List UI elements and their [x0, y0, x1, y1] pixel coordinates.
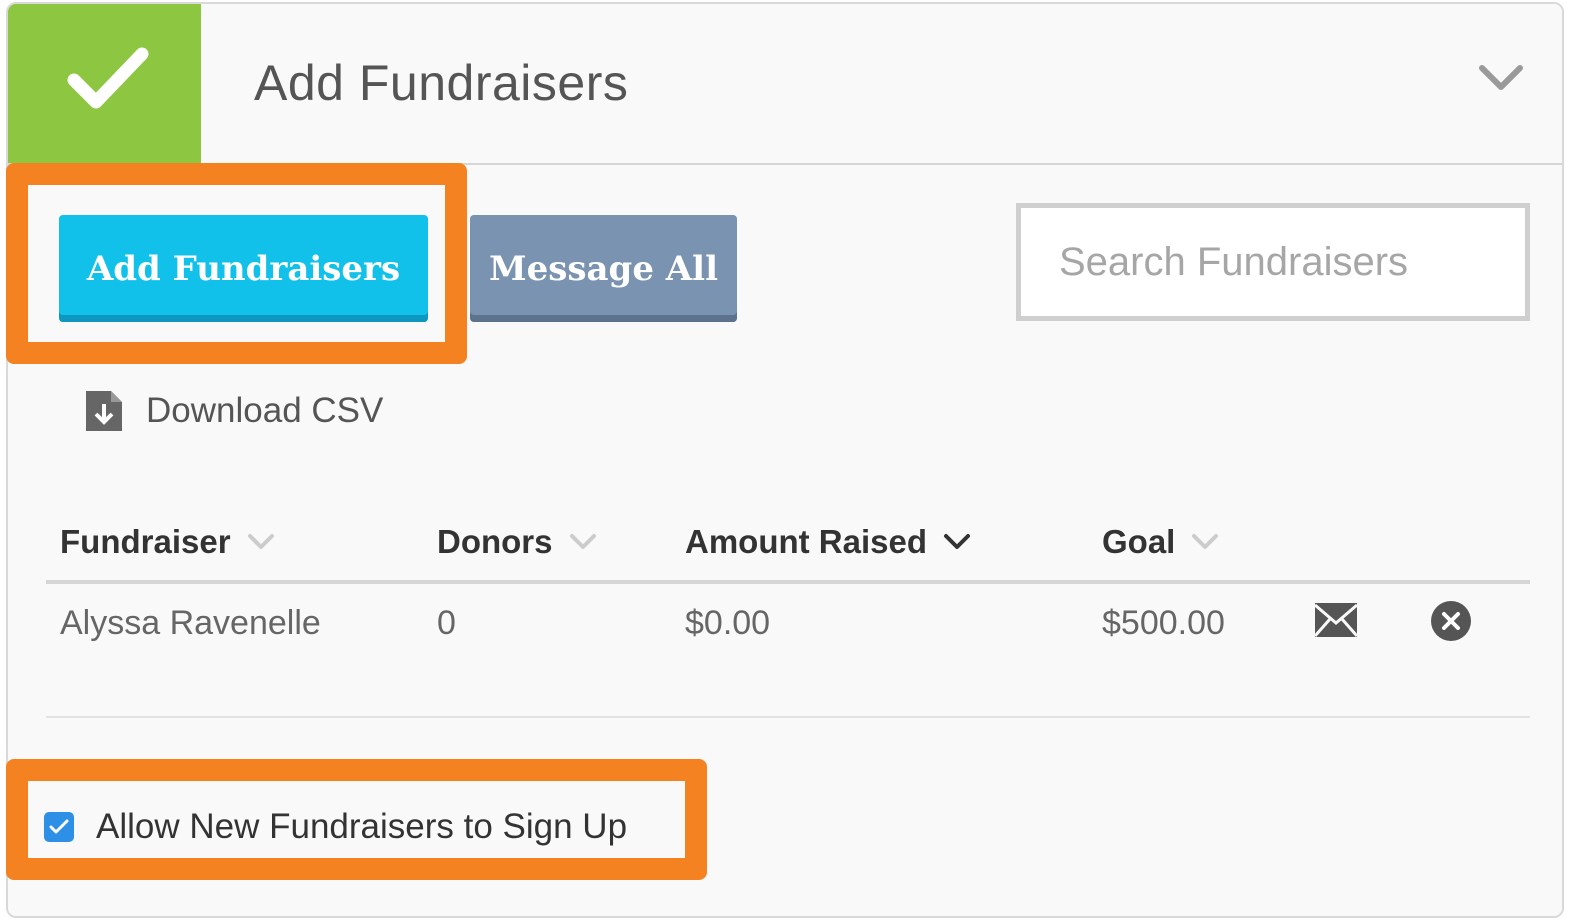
checkbox-check-icon [49, 819, 69, 834]
add-fundraisers-panel: Add Fundraisers Add Fundraisers Message … [6, 2, 1564, 918]
allow-signup-label: Allow New Fundraisers to Sign Up [96, 807, 628, 846]
sort-chevron-active-icon [944, 534, 971, 549]
allow-signup-checkbox[interactable] [44, 812, 74, 842]
amount-raised: $0.00 [685, 604, 771, 642]
panel-title: Add Fundraisers [254, 55, 629, 111]
search-box [1016, 203, 1530, 321]
sort-chevron-icon [569, 534, 596, 549]
column-header-donors[interactable]: Donors [437, 514, 597, 570]
column-label: Amount Raised [685, 523, 928, 560]
panel-header[interactable]: Add Fundraisers [8, 4, 1562, 165]
column-label: Donors [437, 523, 553, 560]
checkmark-icon [67, 47, 149, 109]
table-header: Fundraiser Donors Amount Raised Goal [46, 514, 1530, 584]
download-csv-link[interactable]: Download CSV [84, 386, 383, 436]
envelope-icon[interactable] [1314, 602, 1358, 638]
allow-signup-option[interactable]: Allow New Fundraisers to Sign Up [44, 802, 627, 852]
donors-count: 0 [437, 604, 456, 642]
goal-amount: $500.00 [1102, 604, 1225, 642]
add-fundraisers-button[interactable]: Add Fundraisers [59, 215, 428, 322]
remove-circle-icon[interactable] [1430, 600, 1472, 642]
sort-chevron-icon [1192, 534, 1219, 549]
sort-chevron-icon [247, 534, 274, 549]
chevron-down-icon[interactable] [1478, 62, 1524, 92]
column-label: Fundraiser [60, 523, 231, 560]
file-download-icon [86, 391, 122, 431]
search-fundraisers-input[interactable] [1021, 208, 1525, 316]
message-all-button[interactable]: Message All [470, 215, 737, 322]
column-header-amount-raised[interactable]: Amount Raised [685, 514, 971, 570]
table-row: Alyssa Ravenelle 0 $0.00 $500.00 [46, 584, 1530, 718]
fundraiser-name: Alyssa Ravenelle [60, 604, 321, 642]
column-header-fundraiser[interactable]: Fundraiser [60, 514, 275, 570]
column-header-goal[interactable]: Goal [1102, 514, 1219, 570]
download-csv-label: Download CSV [146, 391, 384, 430]
completed-status-block [8, 4, 201, 163]
column-label: Goal [1102, 523, 1176, 560]
